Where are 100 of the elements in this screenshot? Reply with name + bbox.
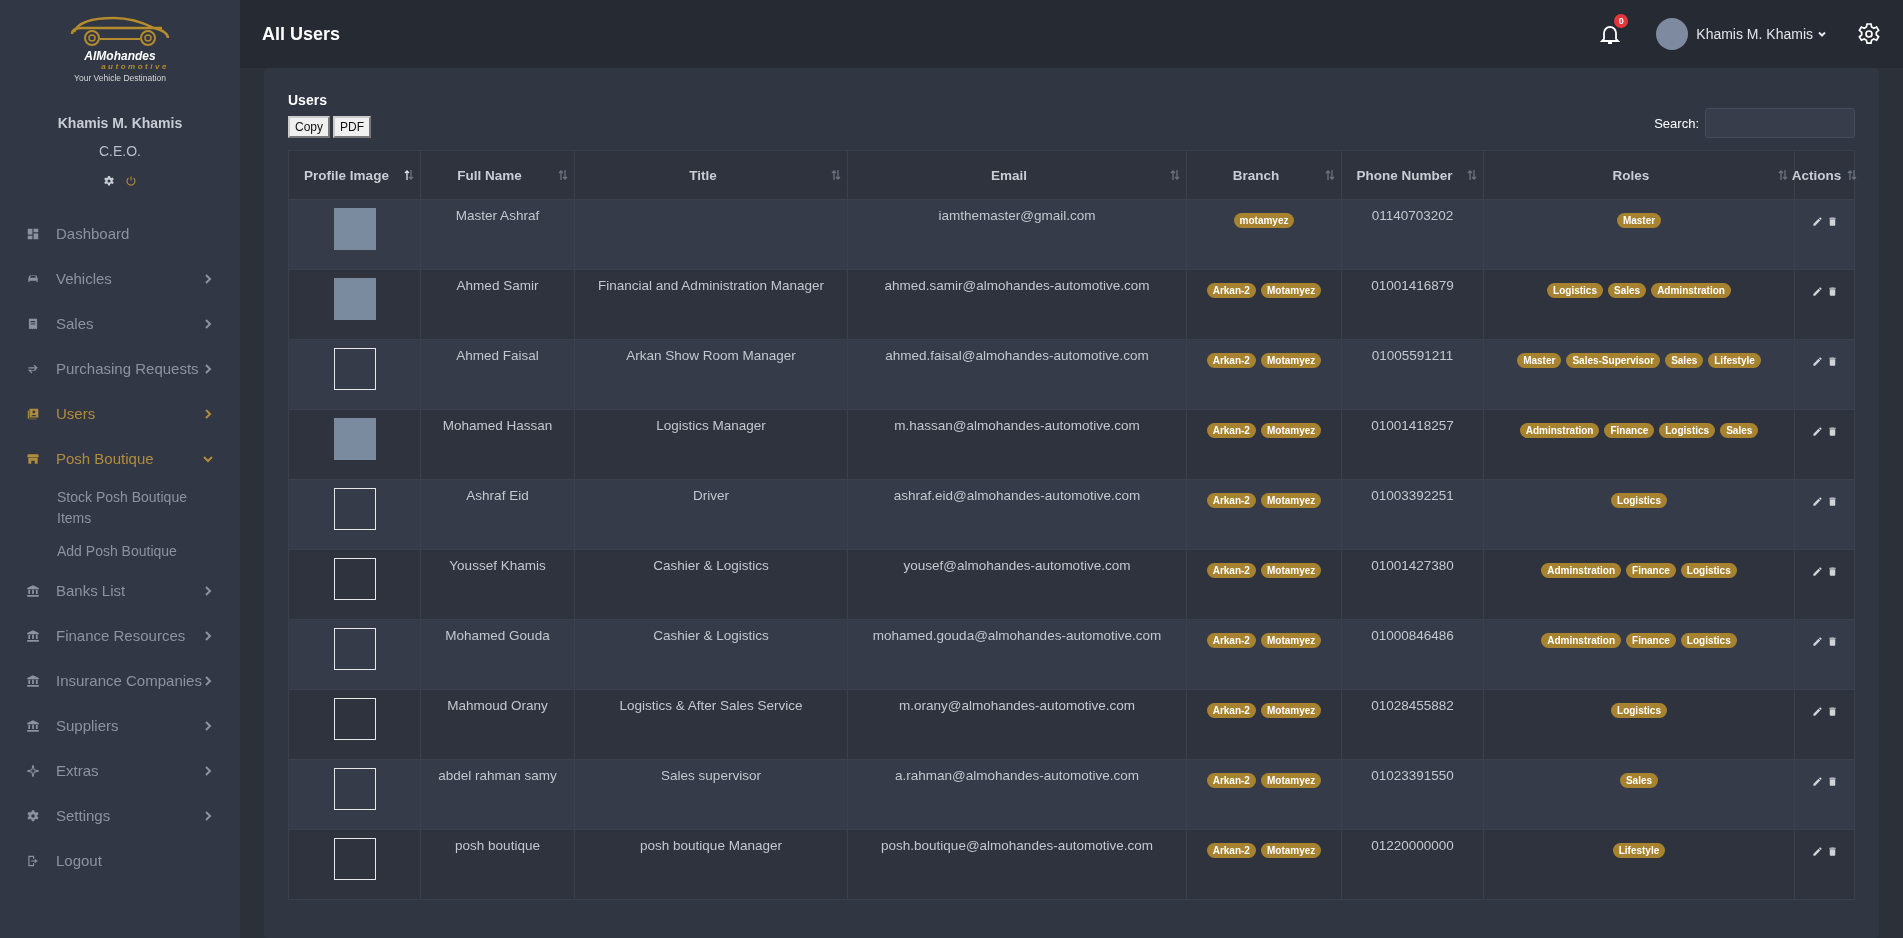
table-cell: Youssef Khamis xyxy=(420,549,575,620)
sidebar-subitem[interactable]: Stock Posh Boutique Items xyxy=(0,481,240,535)
branch-tag: Arkan-2 xyxy=(1206,283,1256,298)
role-tag: Logistics xyxy=(1547,283,1603,298)
sidebar-subitem[interactable]: Add Posh Boutique xyxy=(0,535,240,568)
role-tag: Sales xyxy=(1665,353,1704,368)
delete-icon[interactable] xyxy=(1826,566,1838,577)
sort-icon[interactable] xyxy=(404,169,414,181)
sidebar-item[interactable]: Settings xyxy=(0,793,240,838)
settings-icon[interactable] xyxy=(103,175,115,187)
export-button[interactable]: PDF xyxy=(333,116,371,138)
receipt-icon xyxy=(26,316,40,331)
bank-icon xyxy=(26,628,40,643)
gear-icon xyxy=(26,808,40,823)
user-name[interactable]: Khamis M. Khamis xyxy=(1696,26,1813,42)
edit-icon[interactable] xyxy=(1811,636,1823,647)
delete-icon[interactable] xyxy=(1826,216,1838,227)
edit-icon[interactable] xyxy=(1811,706,1823,717)
sidebar-item[interactable]: Purchasing Requests xyxy=(0,346,240,391)
table-cell: 01220000000 xyxy=(1341,829,1484,900)
delete-icon[interactable] xyxy=(1826,706,1838,717)
bank-icon xyxy=(26,718,40,733)
delete-icon[interactable] xyxy=(1826,846,1838,857)
table-cell: Master Ashraf xyxy=(420,199,575,270)
edit-icon[interactable] xyxy=(1811,356,1823,367)
role-tag: Adminstration xyxy=(1651,283,1731,298)
role-tag: Sales xyxy=(1619,773,1659,788)
table-cell: 01001416879 xyxy=(1341,269,1484,340)
branch-tag: Arkan-2 xyxy=(1206,353,1256,368)
delete-icon[interactable] xyxy=(1826,776,1838,787)
role-tag: Lifestyle xyxy=(1708,353,1761,368)
bank-icon xyxy=(26,673,40,688)
table-cell: ashraf.eid@almohandes-automotive.com xyxy=(847,479,1187,550)
contacts-icon xyxy=(26,406,40,421)
column-header[interactable]: Email xyxy=(847,150,1187,200)
role-tag: Sales xyxy=(1720,423,1759,438)
role-tag: Logistics xyxy=(1680,633,1737,648)
edit-icon[interactable] xyxy=(1811,496,1823,507)
edit-icon[interactable] xyxy=(1811,846,1823,857)
table-cell: Ashraf Eid xyxy=(420,479,575,550)
sidebar-item[interactable]: Posh Boutique xyxy=(0,436,240,481)
sidebar-item[interactable]: Insurance Companies xyxy=(0,658,240,703)
edit-icon[interactable] xyxy=(1811,216,1823,227)
column-header[interactable]: Title xyxy=(574,150,848,200)
branch-tag: Motamyez xyxy=(1260,633,1322,648)
brand-subname: automotive xyxy=(101,62,169,71)
role-tag: Lifestyle xyxy=(1612,843,1666,858)
column-header[interactable]: Branch xyxy=(1186,150,1342,200)
sidebar-item[interactable]: Dashboard xyxy=(0,211,240,256)
edit-icon[interactable] xyxy=(1811,286,1823,297)
sidebar-item[interactable]: Finance Resources xyxy=(0,613,240,658)
branch-tag: Motamyez xyxy=(1260,773,1322,788)
delete-icon[interactable] xyxy=(1826,496,1838,507)
branch-tag: Arkan-2 xyxy=(1206,633,1256,648)
delete-icon[interactable] xyxy=(1826,286,1838,297)
table-cell: posh boutique Manager xyxy=(574,829,848,900)
branch-tag: Arkan-2 xyxy=(1206,563,1256,578)
branch-tag: Motamyez xyxy=(1260,423,1322,438)
sidebar-item[interactable]: Vehicles xyxy=(0,256,240,301)
table-cell: a.rahman@almohandes-automotive.com xyxy=(847,759,1187,830)
power-icon[interactable] xyxy=(125,175,137,187)
settings-icon[interactable] xyxy=(1857,22,1881,46)
caret-icon[interactable] xyxy=(1817,29,1827,39)
edit-icon[interactable] xyxy=(1811,776,1823,787)
role-tag: Logistics xyxy=(1611,493,1667,508)
sidebar-item[interactable]: Sales xyxy=(0,301,240,346)
export-button[interactable]: Copy xyxy=(288,116,330,138)
card-title: Users xyxy=(288,92,328,108)
table-cell: posh boutique xyxy=(420,829,575,900)
branch-tag: Arkan-2 xyxy=(1206,493,1256,508)
sidebar-item[interactable]: Logout xyxy=(0,838,240,883)
column-header[interactable]: Actions xyxy=(1794,150,1855,200)
logout-icon xyxy=(26,853,40,868)
edit-icon[interactable] xyxy=(1811,566,1823,577)
table-cell: Sales supervisor xyxy=(574,759,848,830)
sidebar-item[interactable]: Banks List xyxy=(0,568,240,613)
notification-count: 0 xyxy=(1614,14,1629,28)
role-tag: Finance xyxy=(1626,633,1676,648)
table-cell: yousef@almohandes-automotive.com xyxy=(847,549,1187,620)
table-cell: iamthemaster@gmail.com xyxy=(847,199,1187,270)
sidebar-item[interactable]: Users xyxy=(0,391,240,436)
delete-icon[interactable] xyxy=(1826,636,1838,647)
branch-tag: Motamyez xyxy=(1260,563,1322,578)
sidebar-item[interactable]: Suppliers xyxy=(0,703,240,748)
role-tag: Adminstration xyxy=(1541,633,1622,648)
column-header[interactable]: Full Name xyxy=(420,150,575,200)
sidebar-item[interactable]: Extras xyxy=(0,748,240,793)
column-header[interactable]: Phone Number xyxy=(1341,150,1484,200)
delete-icon[interactable] xyxy=(1826,356,1838,367)
branch-tag: Arkan-2 xyxy=(1206,773,1256,788)
edit-icon[interactable] xyxy=(1811,426,1823,437)
role-tag: Logistics xyxy=(1659,423,1716,438)
delete-icon[interactable] xyxy=(1826,426,1838,437)
role-tag: Master xyxy=(1517,353,1562,368)
column-header[interactable]: Profile Image xyxy=(288,150,421,200)
table-cell: Mohamed Hassan xyxy=(420,409,575,480)
avatar[interactable] xyxy=(1656,18,1689,50)
table-cell: 01005591211 xyxy=(1341,339,1484,410)
table-cell: Logistics Manager xyxy=(574,409,848,480)
branch-tag: Arkan-2 xyxy=(1206,703,1256,718)
